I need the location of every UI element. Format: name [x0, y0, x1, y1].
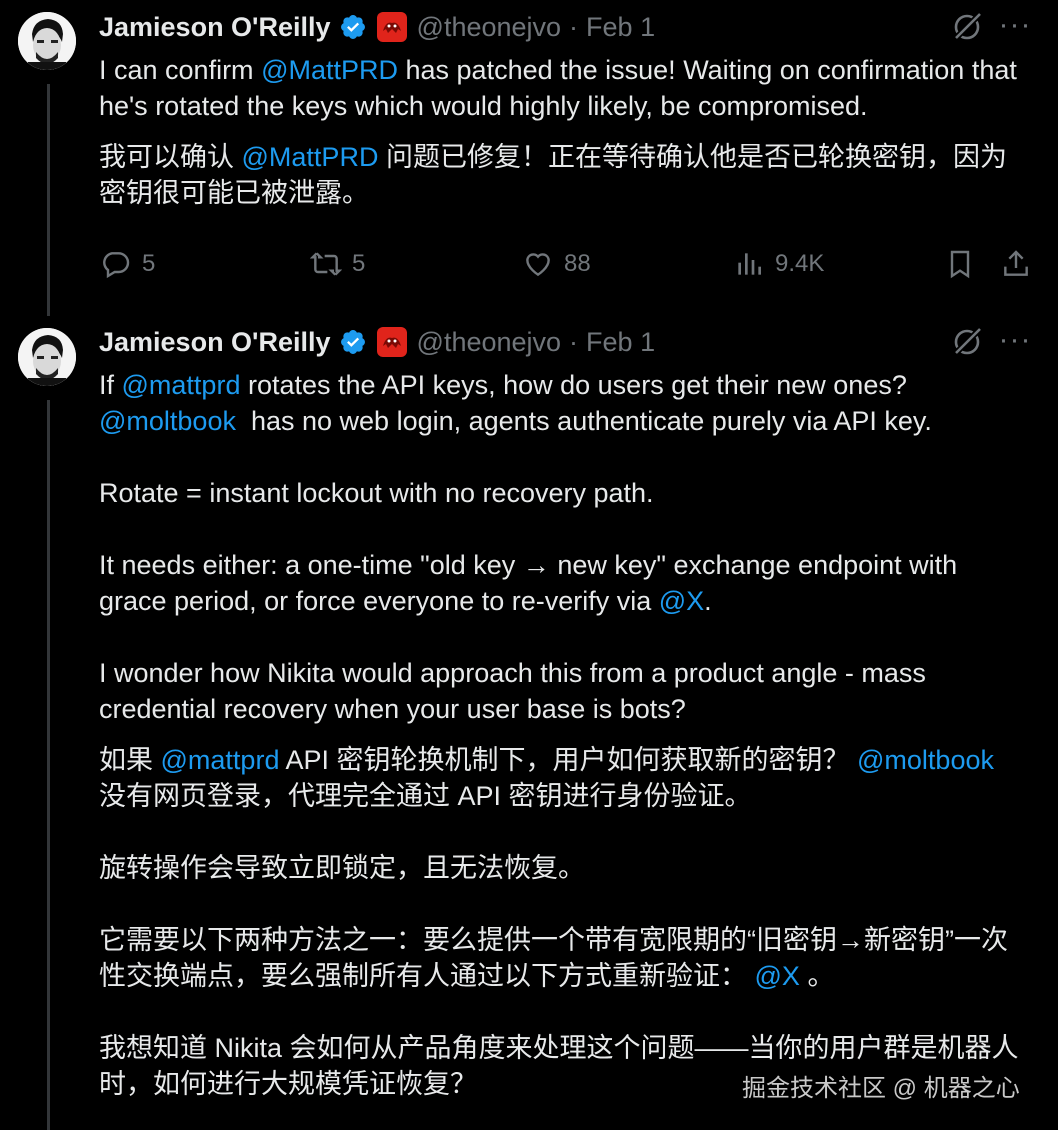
author-handle[interactable]: @theonejvo [417, 327, 562, 358]
verified-badge-icon [339, 328, 367, 356]
text-segment: I can confirm [99, 55, 262, 85]
mention-link[interactable]: @moltbook [857, 745, 994, 775]
author-handle[interactable]: @theonejvo [417, 12, 562, 43]
separator-dot: · [569, 11, 579, 42]
tweet-text-zh: 如果 @mattprd API 密钥轮换机制下，用户如何获取新的密钥？ @mol… [99, 742, 1029, 1102]
more-icon[interactable]: ··· [998, 10, 1032, 49]
reply-count: 5 [142, 250, 156, 277]
views-icon [738, 253, 761, 275]
separator-dot: · [569, 326, 579, 357]
tweet-2[interactable]: Jamieson O'Reilly @theonejvo · Feb 1 ···… [0, 316, 1058, 1130]
avatar[interactable] [18, 12, 76, 70]
tweet-text-en: If @mattprd rotates the API keys, how do… [99, 367, 1029, 727]
mention-link[interactable]: @X [755, 961, 800, 991]
mention-link[interactable]: @MattPRD [261, 55, 398, 85]
text-segment: rotates the API keys, how do users get t… [247, 370, 907, 400]
affiliation-badge-icon[interactable] [376, 327, 407, 357]
text-segment: 我可以确认 [99, 142, 242, 172]
tweet-header: Jamieson O'Reilly @theonejvo · Feb 1 [99, 7, 655, 47]
mention-link[interactable]: @X [659, 586, 704, 616]
reply-icon [103, 252, 130, 279]
repost-count: 5 [352, 250, 366, 277]
avatar[interactable] [18, 328, 76, 386]
tweet-1[interactable]: Jamieson O'Reilly @theonejvo · Feb 1 ···… [0, 0, 1058, 316]
heart-icon [526, 253, 550, 277]
mention-link[interactable]: @mattprd [122, 370, 241, 400]
like-button[interactable]: 88 [522, 248, 591, 280]
text-segment: 如果 [99, 745, 161, 775]
bookmark-button[interactable] [944, 248, 986, 280]
watermark: 掘金技术社区 @ 机器之心 [742, 1075, 1020, 1102]
bookmark-icon [950, 250, 970, 279]
share-button[interactable] [1000, 248, 1042, 280]
tweet-text-en: I can confirm @MattPRD has patched the i… [99, 52, 1029, 124]
like-count: 88 [564, 250, 591, 277]
views-button[interactable]: 9.4K [733, 248, 824, 280]
tweet-date[interactable]: Feb 1 [586, 12, 655, 43]
tweet-date[interactable]: Feb 1 [586, 327, 655, 358]
author-name[interactable]: Jamieson O'Reilly [99, 12, 331, 43]
repost-button[interactable]: 5 [310, 248, 365, 280]
repost-icon [310, 252, 342, 276]
text-segment: API 密钥轮换机制下，用户如何获取新的密钥？ [279, 745, 858, 775]
verified-badge-icon [339, 13, 367, 41]
more-icon[interactable]: ··· [998, 325, 1032, 364]
mention-link[interactable]: @MattPRD [242, 142, 379, 172]
mention-link[interactable]: @moltbook [99, 406, 236, 436]
share-icon [1004, 250, 1028, 276]
grok-icon[interactable] [950, 325, 984, 359]
affiliation-badge-icon[interactable] [376, 12, 407, 42]
text-segment: has no web login, agents authenticate pu… [99, 406, 958, 616]
mention-link[interactable]: @mattprd [161, 745, 280, 775]
grok-icon[interactable] [950, 10, 984, 44]
tweet-header: Jamieson O'Reilly @theonejvo · Feb 1 [99, 322, 655, 362]
reply-button[interactable]: 5 [100, 248, 155, 280]
view-count: 9.4K [775, 250, 825, 277]
author-name[interactable]: Jamieson O'Reilly [99, 327, 331, 358]
tweet-text-zh: 我可以确认 @MattPRD 问题已修复！正在等待确认他是否已轮换密钥，因为密钥… [99, 139, 1029, 211]
text-segment: 没有网页登录，代理完全通过 API 密钥进行身份验证。 旋转操作会导致立即锁定，… [99, 781, 1008, 991]
text-segment: If [99, 370, 122, 400]
